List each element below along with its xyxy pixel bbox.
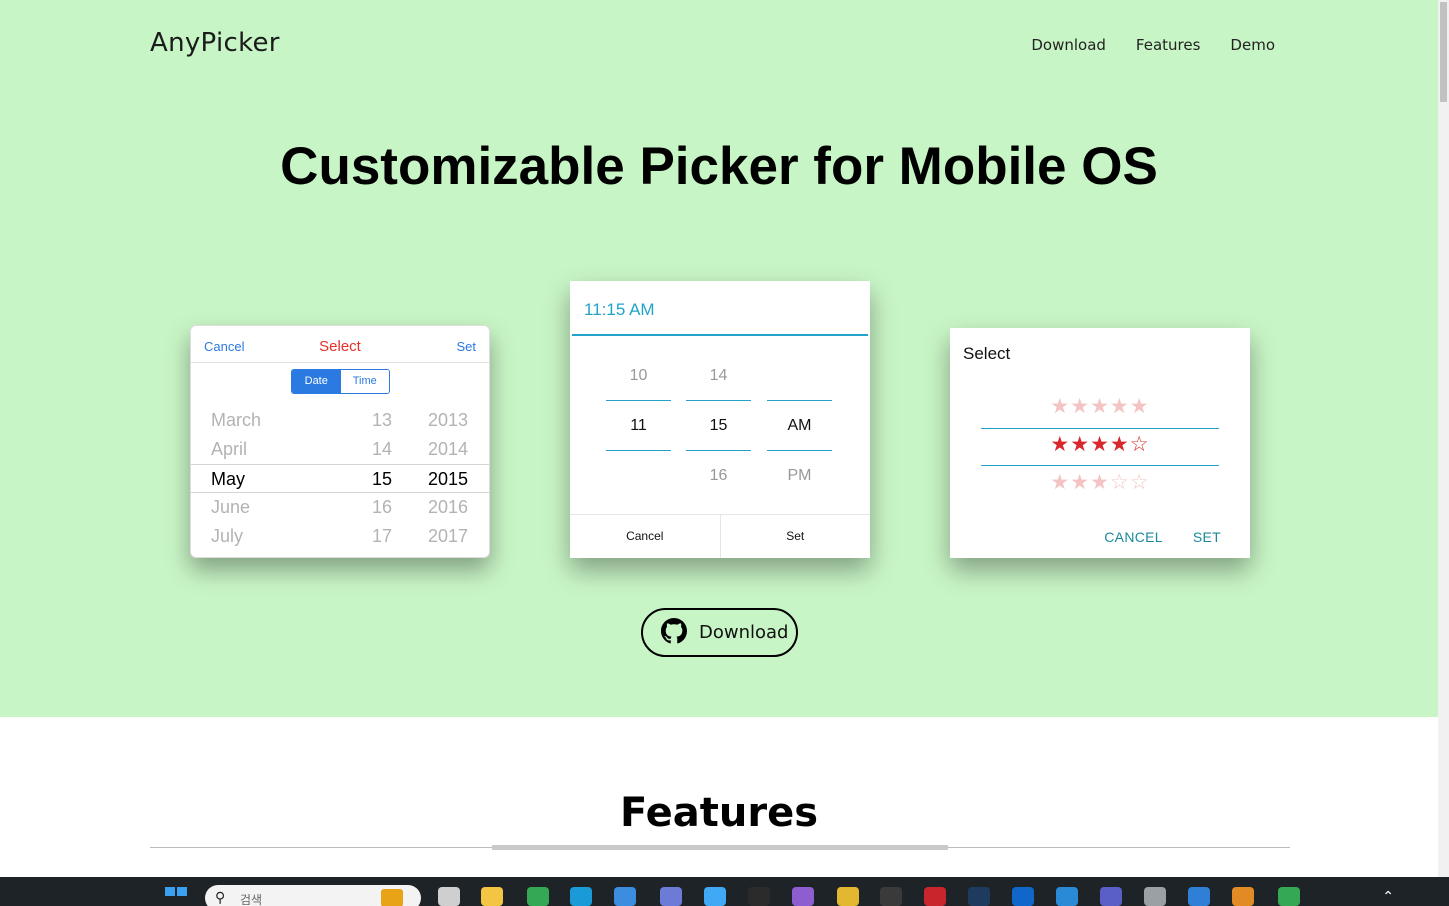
- page-scrollbar[interactable]: [1438, 0, 1449, 877]
- rating-cancel-button[interactable]: CANCEL: [1104, 529, 1163, 545]
- minute-option[interactable]: 14: [686, 367, 751, 385]
- outlook-icon[interactable]: [1012, 887, 1034, 906]
- sticky-app-icon[interactable]: [837, 887, 859, 906]
- ios-picker-header: Cancel Select Set: [191, 326, 489, 363]
- task-view-icon[interactable]: [438, 887, 460, 906]
- day-cell: 15: [372, 469, 393, 489]
- chrome-icon[interactable]: [527, 887, 549, 906]
- rating-rule-top: [981, 428, 1219, 429]
- rating-option-three[interactable]: ★★★☆☆: [950, 470, 1250, 494]
- github-icon: [661, 617, 687, 648]
- os-taskbar: ⚲ 검색 ⌃: [0, 877, 1449, 906]
- android-set-button[interactable]: Set: [721, 515, 871, 558]
- hero-headline: Customizable Picker for Mobile OS: [280, 137, 1158, 196]
- selected-time-display: 11:15 AM: [584, 300, 655, 319]
- android-time-picker: 11:15 AM 10 11 14 15 16 AM PM Cancel Set: [570, 281, 870, 558]
- vscode-icon[interactable]: [1056, 887, 1078, 906]
- month-cell: June: [211, 497, 251, 517]
- rating-picker-title: Select: [963, 344, 1011, 363]
- picker-row[interactable]: July 17 2017: [191, 522, 489, 551]
- android-picker-actions: Cancel Set: [570, 514, 870, 558]
- store-icon[interactable]: [614, 887, 636, 906]
- filezilla-icon[interactable]: [924, 887, 946, 906]
- ampm-option[interactable]: PM: [767, 467, 832, 485]
- scrollbar-thumb[interactable]: [1440, 2, 1447, 102]
- minute-option[interactable]: 16: [686, 467, 751, 485]
- year-cell: 2017: [428, 526, 469, 546]
- day-cell: 17: [372, 526, 393, 546]
- day-cell: 14: [372, 439, 393, 459]
- year-cell: 2016: [428, 497, 469, 517]
- hour-selected[interactable]: 11: [606, 417, 671, 435]
- taskbar-search-placeholder: 검색: [240, 893, 263, 906]
- day-cell: 13: [372, 410, 393, 430]
- nav-link-features[interactable]: Features: [1136, 36, 1201, 54]
- download-button[interactable]: Download: [641, 608, 798, 657]
- rating-set-button[interactable]: SET: [1193, 529, 1221, 545]
- hour-rule-bottom: [606, 450, 671, 451]
- hour-option[interactable]: 10: [606, 367, 671, 385]
- tool-app-icon[interactable]: [1144, 887, 1166, 906]
- ios-date-picker: Cancel Select Set Date Time March 13 201…: [190, 325, 490, 558]
- search-highlight-icon: [381, 889, 403, 906]
- rating-picker: Select ★★★★★ ★★★★☆ ★★★☆☆ CANCEL SET: [950, 328, 1250, 558]
- nav-link-download[interactable]: Download: [1031, 36, 1106, 54]
- windows-start-icon[interactable]: [165, 887, 187, 906]
- rating-rule-bottom: [981, 465, 1219, 466]
- picker-row[interactable]: April 14 2014: [191, 435, 489, 464]
- notepad-icon[interactable]: [704, 887, 726, 906]
- hero-section: AnyPicker Download Features Demo Customi…: [0, 0, 1438, 717]
- picker-row[interactable]: March 13 2013: [191, 406, 489, 435]
- features-underline-bar: [492, 845, 948, 850]
- ios-picker-wheel[interactable]: March 13 2013 April 14 2014 May 15 2015 …: [191, 406, 489, 551]
- date-time-segment: Date Time: [291, 369, 390, 394]
- nav-link-demo[interactable]: Demo: [1230, 36, 1275, 54]
- remote-app-icon[interactable]: [968, 887, 990, 906]
- colorful-app-icon[interactable]: [1232, 887, 1254, 906]
- month-cell: March: [211, 410, 262, 430]
- ios-set-button[interactable]: Set: [456, 339, 476, 354]
- hour-rule-top: [606, 400, 671, 401]
- ampm-rule-bottom: [767, 450, 832, 451]
- month-cell: April: [211, 439, 248, 459]
- teams-icon[interactable]: [1100, 887, 1122, 906]
- minute-selected[interactable]: 15: [686, 417, 751, 435]
- picker-row[interactable]: June 16 2016: [191, 493, 489, 522]
- year-cell: 2013: [428, 410, 469, 430]
- year-cell: 2015: [428, 469, 469, 489]
- visual-studio-icon[interactable]: [792, 887, 814, 906]
- file-explorer-icon[interactable]: [481, 887, 503, 906]
- header-divider: [572, 334, 868, 336]
- month-cell: May: [211, 469, 246, 489]
- download-button-label: Download: [699, 622, 789, 643]
- year-cell: 2014: [428, 439, 469, 459]
- rider-icon[interactable]: [748, 887, 770, 906]
- network-app-icon[interactable]: [660, 887, 682, 906]
- minute-rule-bottom: [686, 450, 751, 451]
- rating-picker-actions: CANCEL SET: [1104, 529, 1221, 545]
- ios-picker-title: Select: [319, 338, 361, 355]
- search-icon: ⚲: [215, 890, 226, 906]
- android-cancel-button[interactable]: Cancel: [570, 515, 721, 558]
- tray-chevron-icon[interactable]: ⌃: [1382, 889, 1394, 905]
- picker-row-selected[interactable]: May 15 2015: [191, 464, 489, 493]
- month-cell: July: [211, 526, 244, 546]
- minute-rule-top: [686, 400, 751, 401]
- chrome-profile-icon[interactable]: [1278, 887, 1300, 906]
- top-nav: Download Features Demo: [1031, 36, 1275, 54]
- page: AnyPicker Download Features Demo Customi…: [0, 0, 1449, 906]
- terminal-icon[interactable]: [880, 887, 902, 906]
- features-heading: Features: [619, 790, 819, 836]
- segment-date[interactable]: Date: [292, 370, 341, 393]
- rating-selected-four[interactable]: ★★★★☆: [950, 432, 1250, 456]
- segment-time[interactable]: Time: [340, 370, 389, 393]
- ampm-rule-top: [767, 400, 832, 401]
- taskbar-search[interactable]: ⚲ 검색: [205, 885, 421, 906]
- brand-logo[interactable]: AnyPicker: [150, 28, 280, 58]
- day-cell: 16: [372, 497, 393, 517]
- edge-icon[interactable]: [570, 887, 592, 906]
- mail-icon[interactable]: [1188, 887, 1210, 906]
- rating-option-five[interactable]: ★★★★★: [950, 394, 1250, 418]
- ampm-selected[interactable]: AM: [767, 417, 832, 435]
